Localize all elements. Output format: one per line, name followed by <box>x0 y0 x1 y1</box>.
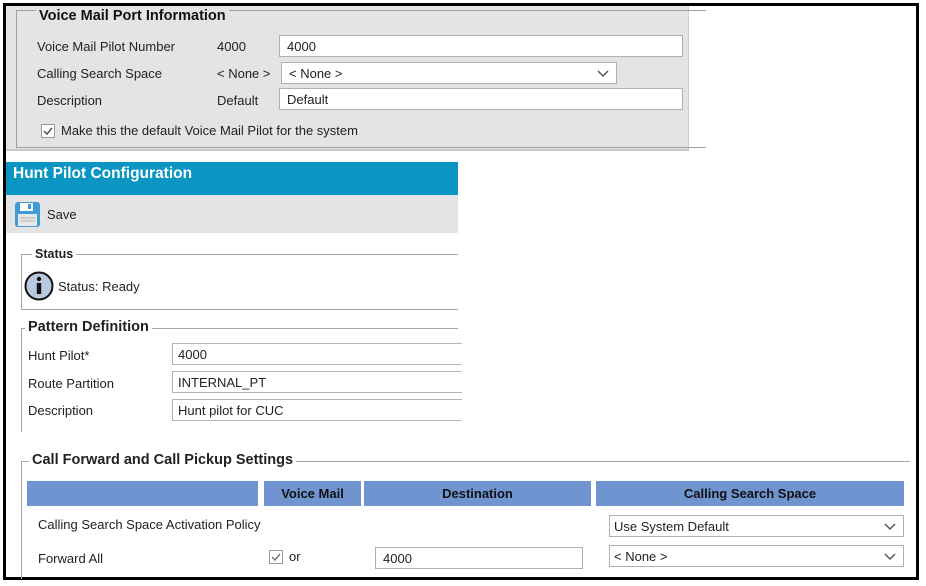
css-activation-policy-value: Use System Default <box>614 518 729 534</box>
vm-description-value: Default <box>287 91 329 107</box>
hunt-pilot-input[interactable]: 4000 <box>172 343 462 365</box>
vm-css-row: Calling Search Space < None > <box>37 62 277 84</box>
default-vm-pilot-label: Make this the default Voice Mail Pilot f… <box>61 123 358 138</box>
vm-description-row: Description Default <box>37 89 277 111</box>
vm-description-label: Description <box>37 92 103 108</box>
description-value: Hunt pilot for CUC <box>178 402 284 418</box>
css-activation-policy-select[interactable]: Use System Default <box>609 515 904 537</box>
floppy-disk-icon <box>15 201 40 227</box>
or-text: or <box>289 549 301 564</box>
route-partition-value: INTERNAL_PT <box>178 374 267 390</box>
forward-all-css-value: < None > <box>614 548 668 564</box>
forward-all-label: Forward All <box>38 551 104 566</box>
vm-pilot-number-value: 4000 <box>287 38 316 54</box>
toolbar: Save <box>6 195 458 233</box>
status-legend: Status <box>32 247 77 261</box>
info-icon <box>24 271 54 301</box>
table-header-destination: Destination <box>364 481 591 506</box>
forward-all-destination-input[interactable]: 4000 <box>375 547 583 569</box>
description-label: Description <box>28 403 94 418</box>
route-partition-label: Route Partition <box>28 376 114 391</box>
chevron-down-icon <box>883 549 897 563</box>
pattern-definition-legend: Pattern Definition <box>25 319 152 335</box>
table-header-calling-search-space: Calling Search Space <box>596 481 904 506</box>
vm-pilot-number-row: Voice Mail Pilot Number 4000 <box>37 35 277 57</box>
call-forward-legend: Call Forward and Call Pickup Settings <box>29 452 297 468</box>
css-activation-policy-label: Calling Search Space Activation Policy <box>38 517 261 532</box>
checkmark-icon <box>43 127 53 135</box>
save-button[interactable]: Save <box>14 201 77 228</box>
forward-all-css-select[interactable]: < None > <box>609 545 904 567</box>
table-header-voice-mail: Voice Mail <box>264 481 361 506</box>
status-text: Status: Ready <box>58 278 140 294</box>
chevron-down-icon <box>596 66 610 80</box>
hunt-pilot-label: Hunt Pilot* <box>28 348 90 363</box>
default-vm-pilot-checkbox[interactable] <box>41 123 55 138</box>
table-header-empty <box>27 481 258 506</box>
vm-description-original: Default <box>217 92 259 108</box>
vm-css-original: < None > <box>217 65 271 81</box>
vm-css-select[interactable]: < None > <box>281 62 617 84</box>
save-label: Save <box>47 206 77 222</box>
voicemail-port-legend: Voice Mail Port Information <box>36 8 229 24</box>
default-vm-pilot-checkbox-row[interactable]: Make this the default Voice Mail Pilot f… <box>41 123 358 138</box>
vm-css-value: < None > <box>289 65 343 81</box>
route-partition-select[interactable]: INTERNAL_PT <box>172 371 462 393</box>
description-input[interactable]: Hunt pilot for CUC <box>172 399 462 421</box>
vm-pilot-number-original: 4000 <box>217 38 246 54</box>
chevron-down-icon <box>883 519 897 533</box>
vm-css-label: Calling Search Space <box>37 65 163 81</box>
checkmark-icon <box>271 553 281 561</box>
vm-description-input[interactable]: Default <box>279 88 683 110</box>
hunt-pilot-value: 4000 <box>178 346 207 362</box>
vm-pilot-number-input[interactable]: 4000 <box>279 35 683 57</box>
page-title: Hunt Pilot Configuration <box>6 162 458 195</box>
forward-all-destination-value: 4000 <box>383 550 412 566</box>
forward-all-voicemail-checkbox[interactable] <box>269 549 283 564</box>
status-row: Status: Ready <box>24 271 140 301</box>
vm-pilot-number-label: Voice Mail Pilot Number <box>37 38 175 54</box>
forward-all-voicemail: or <box>269 549 301 564</box>
